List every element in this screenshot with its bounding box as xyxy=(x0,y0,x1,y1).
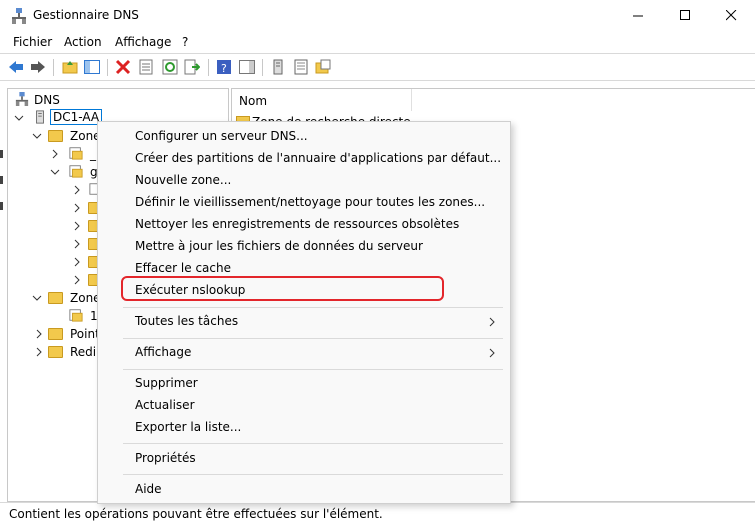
background-window-edge xyxy=(0,140,4,210)
tree-label: Point xyxy=(70,327,100,341)
chevron-right-icon[interactable] xyxy=(50,149,60,159)
column-header-nom[interactable]: Nom xyxy=(232,89,412,111)
toolbar-separator xyxy=(107,59,108,76)
dns-icon xyxy=(15,92,29,106)
chevron-right-icon[interactable] xyxy=(72,185,82,195)
menu-item-properties[interactable]: Propriétés xyxy=(135,451,196,465)
zone-icon xyxy=(69,309,83,322)
menu-item-refresh[interactable]: Actualiser xyxy=(135,398,195,412)
menu-action[interactable]: Action xyxy=(64,35,102,49)
tree-label: DNS xyxy=(34,93,60,107)
folder-icon xyxy=(48,346,63,358)
menu-separator xyxy=(123,474,503,475)
tree-label: DC1-AA xyxy=(50,109,103,125)
menu-fichier[interactable]: Fichier xyxy=(13,35,52,49)
tree-label: Redi xyxy=(70,345,97,359)
refresh-icon[interactable] xyxy=(162,59,178,75)
chevron-right-icon[interactable] xyxy=(72,221,82,231)
menu-item-clear-cache[interactable]: Effacer le cache xyxy=(135,261,231,275)
chevron-down-icon[interactable] xyxy=(32,131,42,141)
menu-item-new-zone[interactable]: Nouvelle zone... xyxy=(135,173,231,187)
folder-icon xyxy=(48,292,63,304)
server-icon xyxy=(36,110,44,124)
help-icon[interactable]: ? xyxy=(216,59,232,75)
chevron-right-icon[interactable] xyxy=(34,329,44,339)
status-bar: Contient les opérations pouvant être eff… xyxy=(0,502,755,524)
menu-item-export-list[interactable]: Exporter la liste... xyxy=(135,420,241,434)
chevron-down-icon[interactable] xyxy=(14,113,24,123)
chevron-right-icon[interactable] xyxy=(72,257,82,267)
tree-label: Zone xyxy=(70,291,101,305)
chevron-right-icon[interactable] xyxy=(34,347,44,357)
menu-separator xyxy=(123,338,503,339)
zone-icon xyxy=(69,165,83,178)
delete-icon[interactable] xyxy=(115,59,131,75)
forward-arrow-icon[interactable] xyxy=(30,59,46,75)
chevron-right-icon[interactable] xyxy=(72,275,82,285)
window-title: Gestionnaire DNS xyxy=(33,8,139,22)
minimize-icon xyxy=(632,15,643,17)
minimize-button[interactable] xyxy=(615,0,661,31)
svg-text:?: ? xyxy=(221,62,227,75)
toolbar-separator xyxy=(262,59,263,76)
export-list-icon[interactable] xyxy=(184,59,200,75)
status-text: Contient les opérations pouvant être eff… xyxy=(9,507,383,521)
menu-item-help[interactable]: Aide xyxy=(135,482,162,496)
menu-item-configure-dns-server[interactable]: Configurer un serveur DNS... xyxy=(135,129,308,143)
toolbar-separator xyxy=(208,59,209,76)
menu-item-set-aging-scavenging[interactable]: Définir le vieillissement/nettoyage pour… xyxy=(135,195,485,209)
context-menu: Configurer un serveur DNS... Créer des p… xyxy=(97,121,511,504)
action-pane-icon[interactable] xyxy=(239,59,255,75)
maximize-icon xyxy=(679,10,690,20)
menu-separator xyxy=(123,369,503,370)
zone-list-icon[interactable] xyxy=(293,59,309,75)
nslookup-highlight-box xyxy=(121,276,444,301)
new-record-icon[interactable] xyxy=(315,59,331,75)
close-icon xyxy=(725,10,736,21)
up-folder-icon[interactable] xyxy=(62,59,78,75)
folder-icon xyxy=(48,328,63,340)
chevron-right-icon[interactable] xyxy=(72,239,82,249)
dns-app-icon xyxy=(12,8,26,24)
menu-item-view[interactable]: Affichage xyxy=(135,345,191,359)
back-arrow-icon[interactable] xyxy=(8,59,24,75)
close-button[interactable] xyxy=(708,0,754,31)
menu-help[interactable]: ? xyxy=(182,35,188,49)
properties-icon[interactable] xyxy=(138,59,154,75)
tree-node-server[interactable]: DC1-AA xyxy=(12,109,104,127)
column-header-label: Nom xyxy=(239,94,268,108)
menu-separator xyxy=(123,307,503,308)
chevron-down-icon[interactable] xyxy=(32,293,42,303)
submenu-arrow-icon xyxy=(489,317,495,327)
tree-label: _ xyxy=(90,147,96,161)
menu-affichage[interactable]: Affichage xyxy=(115,35,171,49)
menu-item-create-partitions[interactable]: Créer des partitions de l'annuaire d'app… xyxy=(135,151,501,165)
folder-icon xyxy=(48,130,63,142)
chevron-right-icon[interactable] xyxy=(72,203,82,213)
maximize-button[interactable] xyxy=(662,0,708,31)
menu-item-update-server-data-files[interactable]: Mettre à jour les fichiers de données du… xyxy=(135,239,423,253)
chevron-down-icon[interactable] xyxy=(50,167,60,177)
toolbar-separator xyxy=(53,59,54,76)
submenu-arrow-icon xyxy=(489,348,495,358)
zone-icon xyxy=(69,147,83,160)
toolbar: ? xyxy=(0,53,755,81)
menu-item-scavenge-stale-records[interactable]: Nettoyer les enregistrements de ressourc… xyxy=(135,217,459,231)
menu-separator xyxy=(123,443,503,444)
server-icon[interactable] xyxy=(270,59,286,75)
show-hide-tree-icon[interactable] xyxy=(84,59,100,75)
menu-item-all-tasks[interactable]: Toutes les tâches xyxy=(135,314,238,328)
tree-label: Zone xyxy=(70,129,101,143)
menu-item-delete[interactable]: Supprimer xyxy=(135,376,198,390)
menu-bar: Fichier Action Affichage ? xyxy=(0,31,755,53)
title-bar: Gestionnaire DNS xyxy=(0,0,755,31)
